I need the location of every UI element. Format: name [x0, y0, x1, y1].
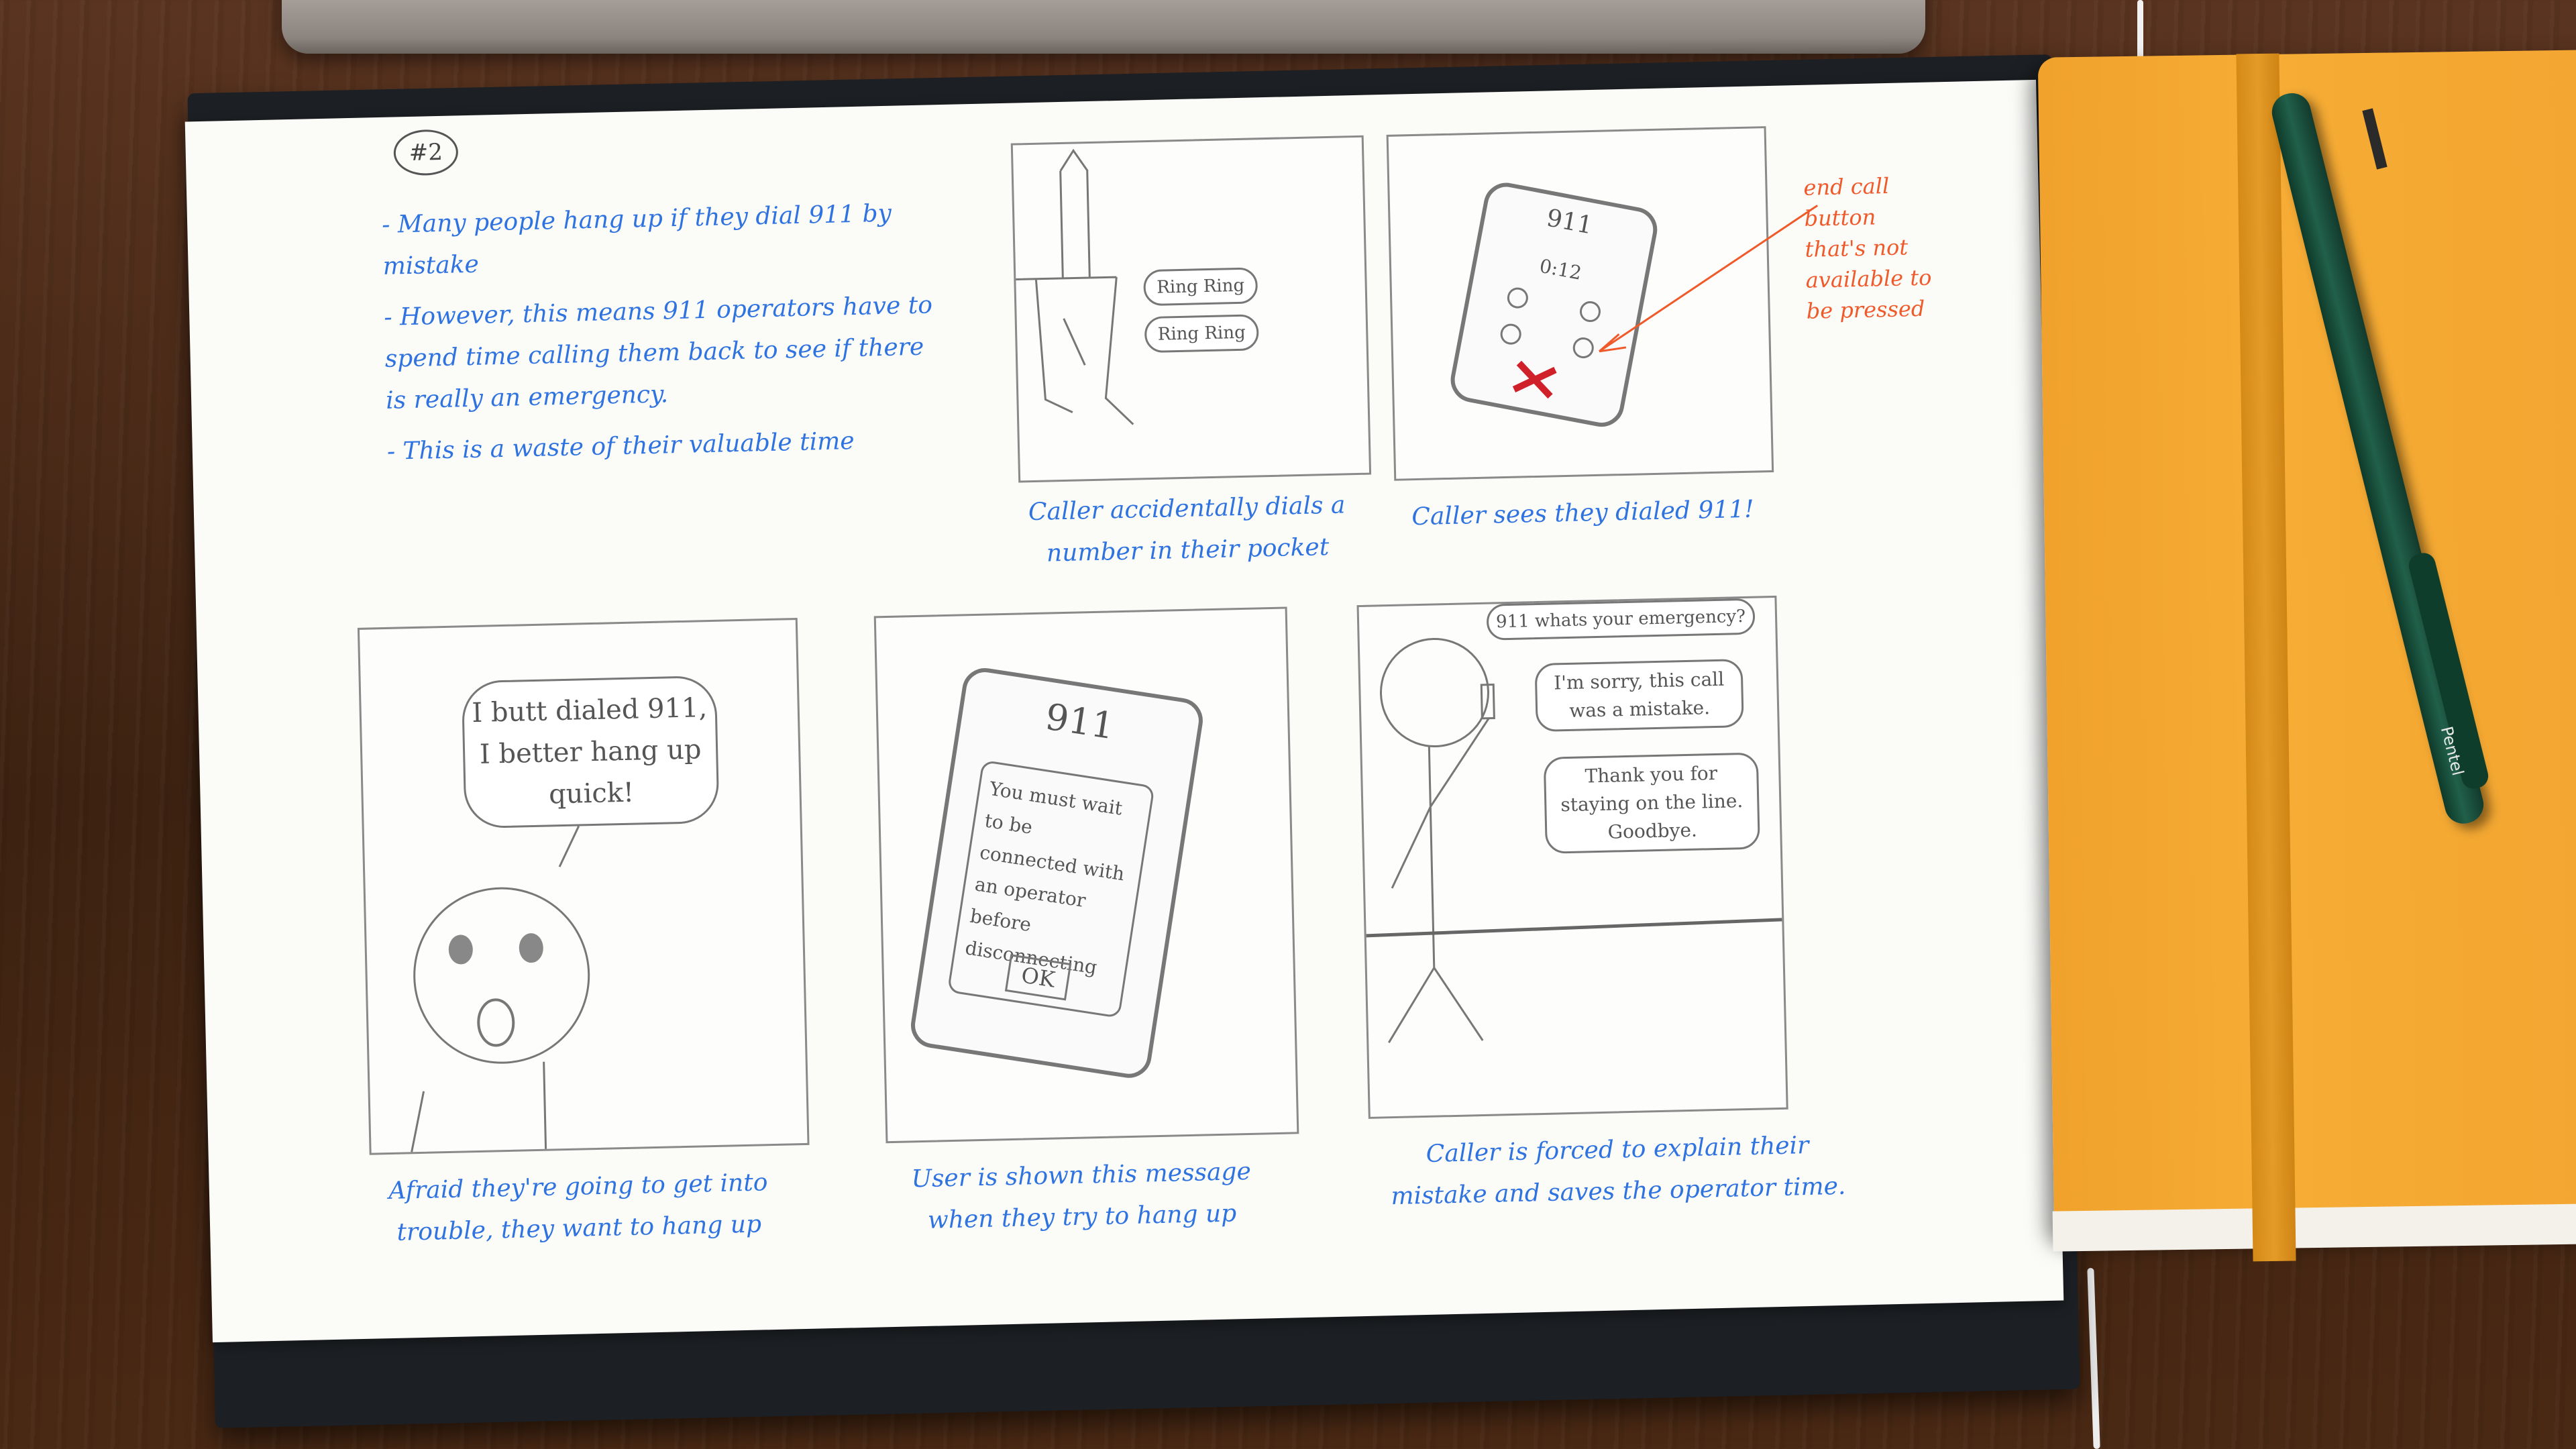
end-call-annotation: end call button that's not available to … [1803, 172, 1932, 324]
dialed-number: 911 [1042, 695, 1118, 748]
caller-speech-bubble: I'm sorry, this call was a mistake. [1534, 659, 1744, 733]
charging-cable-lower [2087, 1267, 2100, 1449]
panel-5-caption: Caller is forced to explain their mistak… [1391, 1132, 1846, 1211]
phone-drawing: 911 You must wait to be connected with a… [908, 665, 1206, 1081]
panel-afraid: I butt dialed 911, I better hang up quic… [357, 618, 810, 1155]
panel-3-caption: Afraid they're going to get into trouble… [388, 1169, 768, 1246]
operator-speech-bubble: 911 whats your emergency? [1486, 598, 1756, 641]
panel-4-caption: User is shown this message when they try… [911, 1157, 1252, 1234]
panel-2-caption: Caller sees they dialed 911! [1411, 495, 1755, 531]
laptop-edge [282, 0, 1925, 54]
scared-face-drawing [411, 825, 590, 1152]
notebook-pages [2052, 1203, 2576, 1252]
panel-hang-up-message: 911 You must wait to be connected with a… [873, 606, 1299, 1144]
storyboard-sheet: #2 - Many people hang up if they dial 91… [184, 79, 2064, 1343]
operator-reply-bubble: Thank you for staying on the line. Goodb… [1543, 752, 1760, 854]
panel-explain-mistake: 911 whats your emergency? I'm sorry, thi… [1356, 595, 1788, 1119]
